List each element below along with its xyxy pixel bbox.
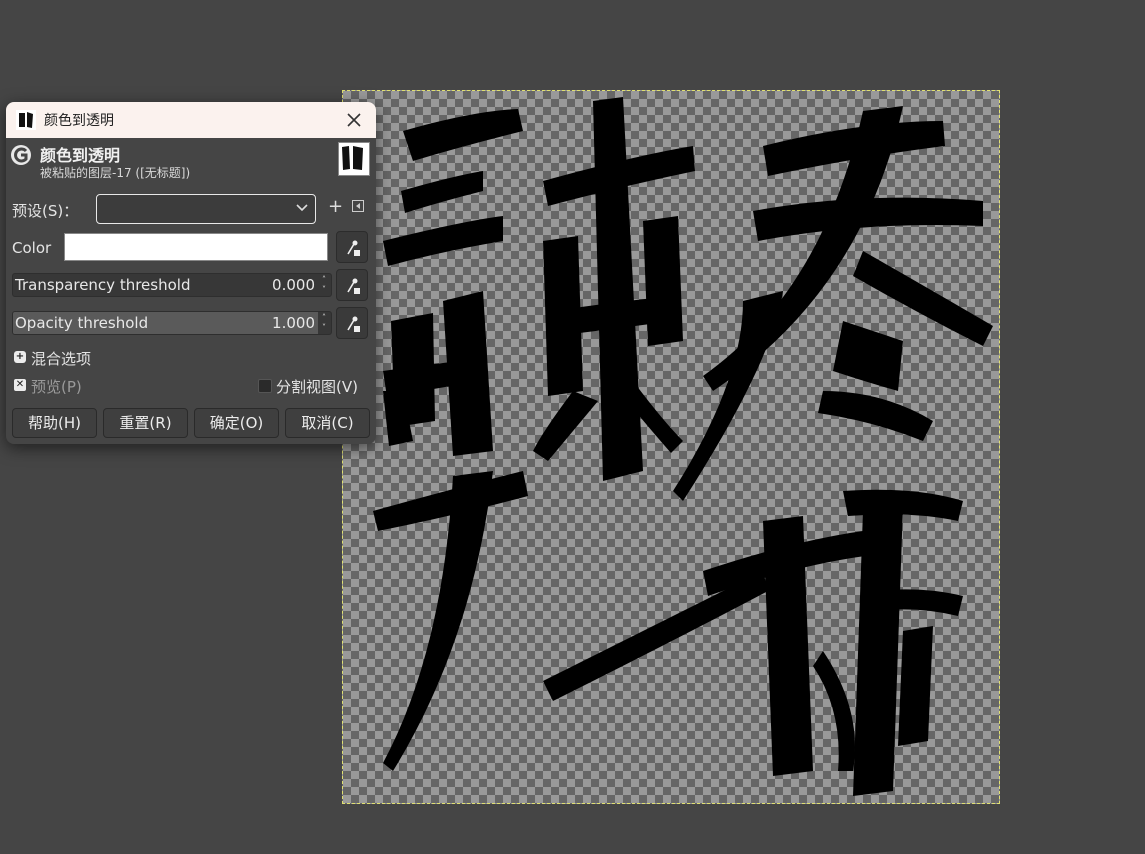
layer-subtitle: 被粘贴的图层-17 ([无标题]) — [40, 166, 191, 180]
preset-label: 预设(S)： — [12, 202, 79, 220]
eyedropper-icon — [347, 278, 360, 294]
transparency-picker-button[interactable] — [336, 269, 368, 301]
close-icon[interactable] — [344, 110, 364, 130]
transparency-threshold-spin[interactable]: Transparency threshold 0.000 ˄ ˅ — [12, 273, 332, 297]
title-bar[interactable]: 颜色到透明 — [6, 102, 376, 138]
color-picker-button[interactable] — [336, 231, 368, 263]
expander-plus-icon[interactable]: + — [14, 351, 26, 363]
preview-row: ✕ 预览(P) 分割视图(V) — [6, 376, 376, 396]
preset-combo[interactable] — [96, 194, 316, 224]
color-label: Color — [12, 239, 52, 257]
stroke-3 — [383, 216, 503, 266]
spin-arrows[interactable]: ˄ ˅ — [319, 275, 329, 295]
stroke-13 — [643, 216, 683, 346]
blending-options-row[interactable]: + 混合选项 — [6, 348, 376, 368]
chevron-down-icon — [296, 204, 308, 212]
window-title: 颜色到透明 — [44, 113, 114, 129]
stroke-30 — [898, 626, 933, 746]
reset-button[interactable]: 重置(R) — [103, 408, 188, 438]
layer-thumbnail — [338, 142, 370, 176]
transparency-row: Transparency threshold 0.000 ˄ ˅ — [6, 269, 376, 305]
transparency-label: Transparency threshold — [15, 276, 191, 294]
stroke-28 — [843, 489, 963, 521]
stroke-21 — [673, 291, 783, 501]
eyedropper-icon — [347, 240, 360, 256]
color-row: Color — [6, 231, 376, 263]
opacity-value: 1.000 — [272, 314, 315, 332]
opacity-label: Opacity threshold — [15, 314, 149, 332]
stroke-6 — [443, 291, 493, 456]
color-to-alpha-dialog: 颜色到透明 颜色到透明 被粘贴的图层-17 ([无标题]) 预设(S)： + C… — [6, 102, 376, 444]
color-swatch-button[interactable] — [64, 233, 328, 261]
preview-checkbox[interactable]: ✕ — [14, 379, 26, 391]
split-view-checkbox[interactable] — [258, 379, 272, 393]
stroke-2 — [401, 171, 483, 213]
stroke-23 — [818, 391, 933, 441]
calligraphy-artwork — [373, 97, 993, 796]
image-canvas[interactable] — [342, 90, 1000, 804]
stroke-22 — [833, 321, 903, 391]
opacity-row: Opacity threshold 1.000 ˄ ˅ — [6, 307, 376, 343]
stroke-31 — [813, 651, 855, 771]
help-button[interactable]: 帮助(H) — [12, 408, 97, 438]
preview-label: 预览(P) — [31, 378, 82, 396]
preset-row: 预设(S)： + — [6, 194, 376, 224]
stroke-1 — [403, 109, 523, 161]
opacity-picker-button[interactable] — [336, 307, 368, 339]
calligraphy-thumbnail-icon — [16, 110, 36, 130]
menu-icon[interactable] — [352, 200, 364, 212]
spin-arrows[interactable]: ˄ ˅ — [319, 313, 329, 333]
gimp-logo-icon — [11, 145, 31, 165]
cancel-button[interactable]: 取消(C) — [285, 408, 370, 438]
stroke-26 — [543, 571, 768, 701]
opacity-threshold-spin[interactable]: Opacity threshold 1.000 ˄ ˅ — [12, 311, 332, 335]
plus-icon[interactable]: + — [328, 196, 343, 217]
ok-button[interactable]: 确定(O) — [194, 408, 279, 438]
dialog-heading: 颜色到透明 — [40, 146, 121, 165]
button-row: 帮助(H) 重置(R) 确定(O) 取消(C) — [6, 408, 376, 438]
blending-options-label: 混合选项 — [31, 350, 92, 368]
transparency-value: 0.000 — [272, 276, 315, 294]
eyedropper-icon — [347, 316, 360, 332]
stroke-10 — [593, 97, 643, 481]
stroke-15 — [533, 391, 598, 461]
split-view-label: 分割视图(V) — [276, 378, 358, 396]
dialog-header: 颜色到透明 被粘贴的图层-17 ([无标题]) — [6, 138, 376, 182]
